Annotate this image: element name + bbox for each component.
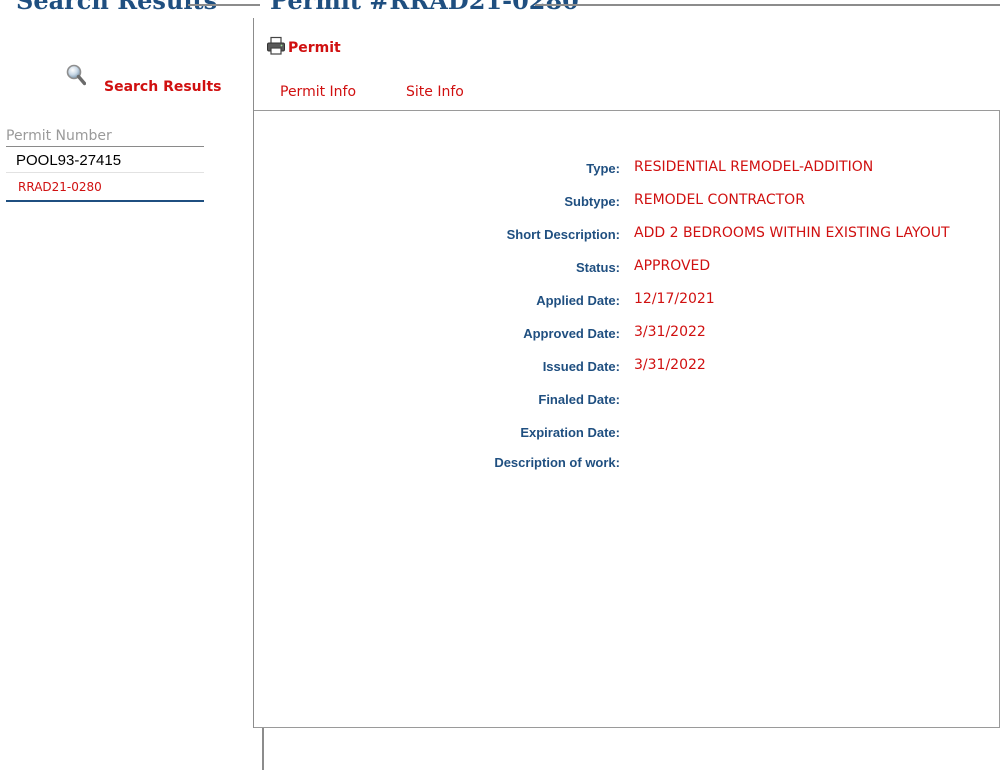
field-issued-date-value: 3/31/2022 xyxy=(634,357,706,373)
field-subtype: Subtype: REMODEL CONTRACTOR xyxy=(254,188,1000,216)
field-type: Type: RESIDENTIAL REMODEL-ADDITION xyxy=(254,155,1000,183)
permit-info-content: Type: RESIDENTIAL REMODEL-ADDITION Subty… xyxy=(254,111,1000,728)
field-applied-date: Applied Date: 12/17/2021 xyxy=(254,287,1000,315)
field-approved-date-value: 3/31/2022 xyxy=(634,324,706,340)
permit-link-label[interactable]: Permit xyxy=(288,40,341,56)
field-expiration-date: Expiration Date: xyxy=(254,419,1000,447)
permit-detail-panel: Permit Permit Info Site Info Type: RESID… xyxy=(254,18,1000,728)
field-finaled-date-label: Finaled Date: xyxy=(538,392,620,407)
field-approved-date-label: Approved Date: xyxy=(523,326,620,341)
field-description-of-work: Description of work: xyxy=(254,449,1000,477)
result-item-rrad21-0280[interactable]: RRAD21-0280 xyxy=(6,174,204,202)
field-subtype-value: REMODEL CONTRACTOR xyxy=(634,192,805,208)
search-results-label: Search Results xyxy=(104,79,222,95)
printer-icon[interactable] xyxy=(266,36,286,56)
field-short-description-label: Short Description: xyxy=(506,227,620,242)
field-short-description-value: ADD 2 BEDROOMS WITHIN EXISTING LAYOUT xyxy=(634,225,950,241)
field-issued-date: Issued Date: 3/31/2022 xyxy=(254,353,1000,381)
field-description-of-work-label: Description of work: xyxy=(494,455,620,470)
field-subtype-label: Subtype: xyxy=(564,194,620,209)
tab-permit-info[interactable]: Permit Info xyxy=(280,84,356,100)
search-results-title: Search Results xyxy=(16,0,218,15)
magnifier-icon xyxy=(66,64,87,86)
permit-number-column-header: Permit Number xyxy=(6,126,204,147)
result-item-pool93-27415[interactable]: POOL93-27415 xyxy=(6,149,204,173)
title-divider-right xyxy=(535,4,1000,6)
field-finaled-date: Finaled Date: xyxy=(254,386,1000,414)
column-header-label: Permit Number xyxy=(6,128,112,144)
field-type-value: RESIDENTIAL REMODEL-ADDITION xyxy=(634,159,874,175)
title-divider-left xyxy=(188,4,260,6)
field-applied-date-value: 12/17/2021 xyxy=(634,291,715,307)
field-approved-date: Approved Date: 3/31/2022 xyxy=(254,320,1000,348)
field-status-value: APPROVED xyxy=(634,258,711,274)
field-type-label: Type: xyxy=(586,161,620,176)
field-status: Status: APPROVED xyxy=(254,254,1000,282)
search-results-header: Search Results xyxy=(66,64,221,95)
field-expiration-date-label: Expiration Date: xyxy=(520,425,620,440)
field-short-description: Short Description: ADD 2 BEDROOMS WITHIN… xyxy=(254,221,1000,249)
field-issued-date-label: Issued Date: xyxy=(542,359,620,374)
panel-divider-bottom xyxy=(262,728,264,770)
field-applied-date-label: Applied Date: xyxy=(536,293,620,308)
permit-title: Permit #RRAD21-0280 xyxy=(270,0,579,15)
permit-tabs: Permit Info Site Info xyxy=(254,82,1000,111)
tab-site-info[interactable]: Site Info xyxy=(406,84,464,100)
field-status-label: Status: xyxy=(575,260,620,275)
